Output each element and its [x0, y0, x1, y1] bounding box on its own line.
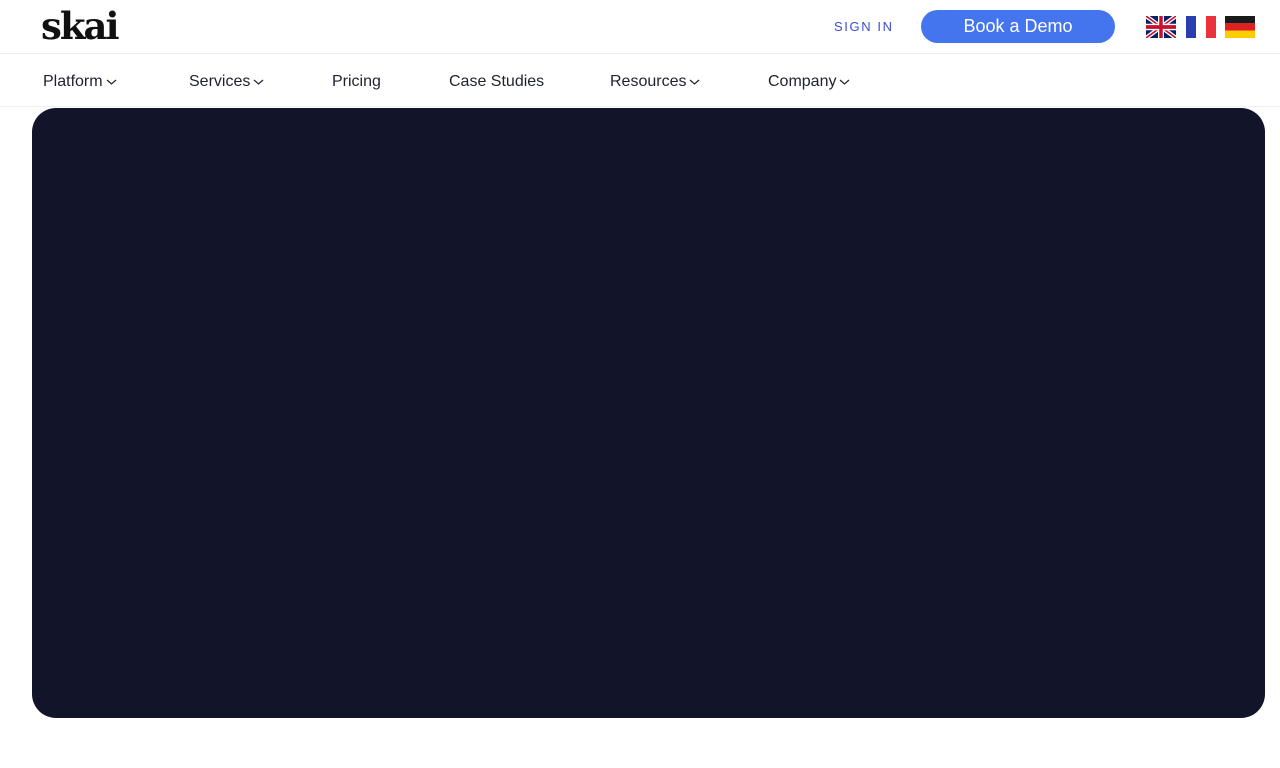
nav-item-label: Company [768, 73, 837, 90]
sign-in-link[interactable]: SIGN IN [834, 19, 894, 35]
nav-item-label: Platform [43, 73, 103, 90]
hero-banner [32, 108, 1265, 718]
chevron-down-icon [839, 78, 850, 86]
nav-item-label: Resources [610, 73, 687, 90]
book-demo-button[interactable]: Book a Demo [921, 10, 1115, 43]
germany-flag-icon[interactable] [1225, 16, 1255, 38]
nav-item-resources[interactable]: Resources [610, 72, 700, 92]
nav-item-label: Pricing [332, 73, 381, 90]
nav-item-company[interactable]: Company [768, 72, 850, 92]
chevron-down-icon [106, 78, 117, 86]
nav-item-platform[interactable]: Platform [43, 72, 117, 92]
main-navigation: Platform Services Pricing Case Studies R… [0, 55, 1280, 107]
chevron-down-icon [689, 78, 700, 86]
skai-logo[interactable]: skai [41, 4, 119, 48]
nav-item-pricing[interactable]: Pricing [332, 72, 381, 92]
uk-flag-icon[interactable] [1146, 16, 1176, 38]
nav-item-case-studies[interactable]: Case Studies [449, 72, 544, 92]
france-flag-icon[interactable] [1186, 16, 1216, 38]
chevron-down-icon [253, 78, 264, 86]
nav-item-services[interactable]: Services [189, 72, 264, 92]
nav-item-label: Services [189, 73, 251, 90]
nav-item-label: Case Studies [449, 73, 545, 90]
top-header: skai SIGN IN Book a Demo [0, 0, 1280, 54]
